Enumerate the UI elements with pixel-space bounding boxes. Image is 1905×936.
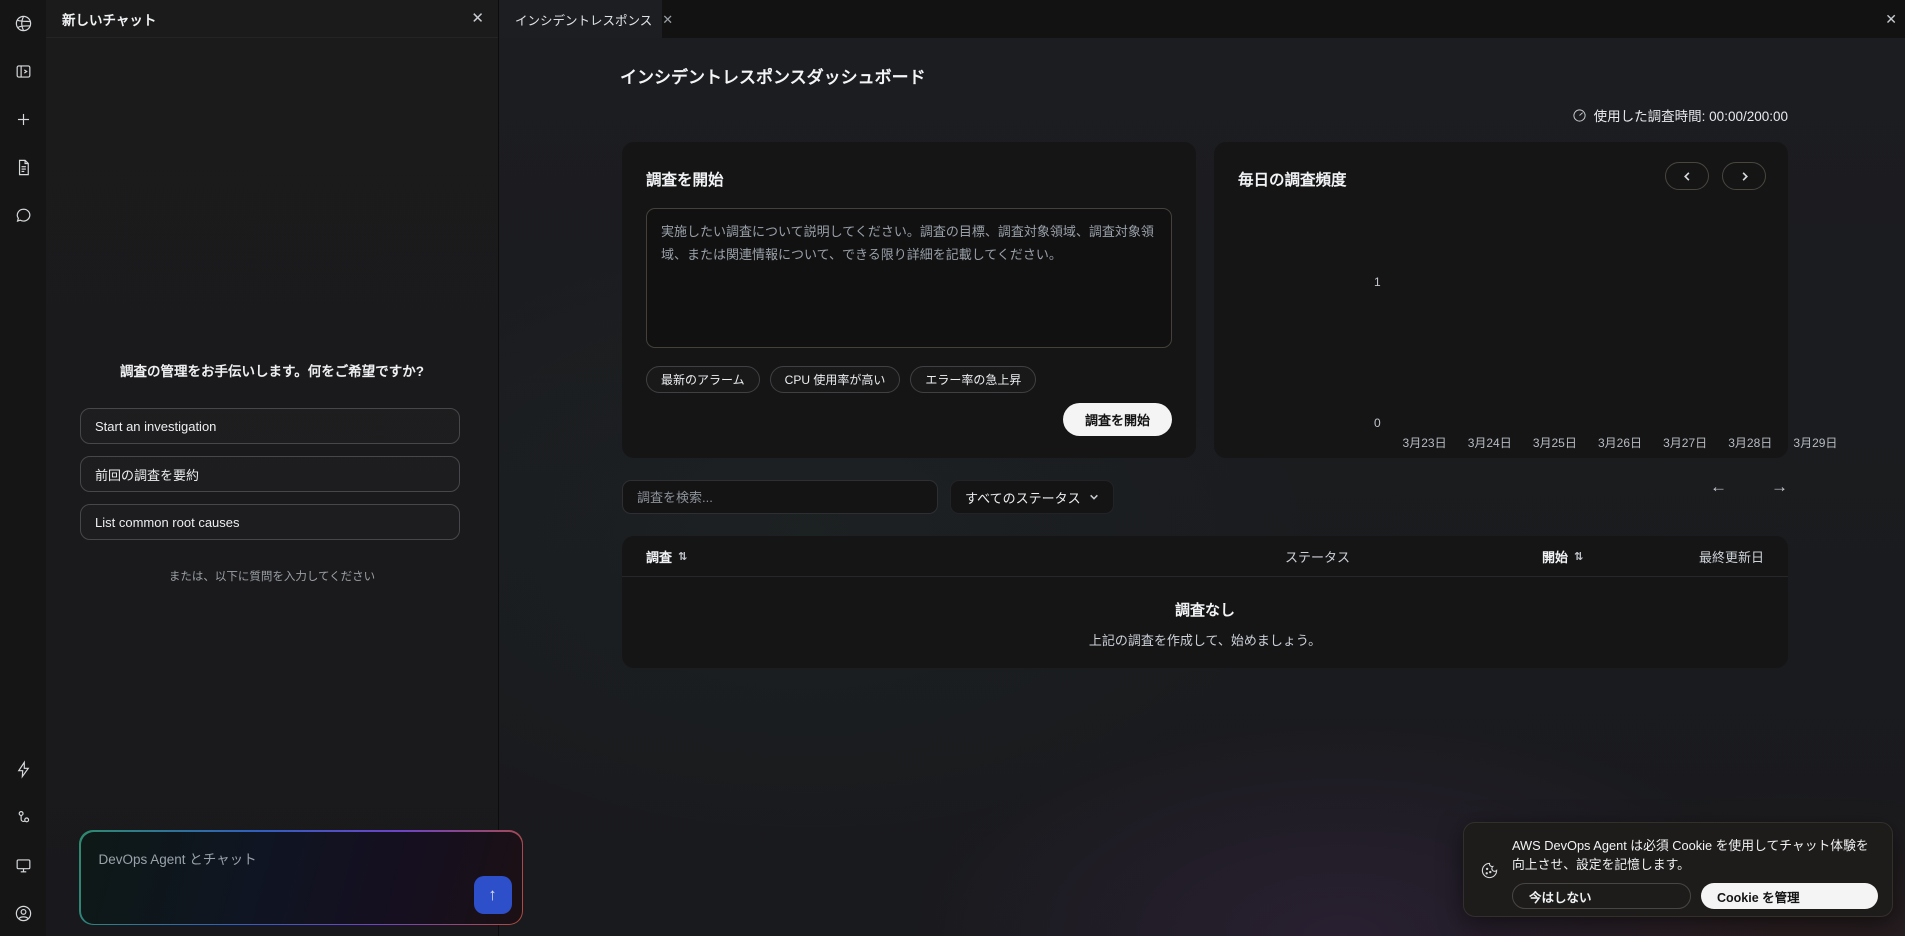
y-tick-1: 1: [1374, 275, 1381, 289]
y-tick-0: 0: [1374, 416, 1381, 430]
cookie-banner: AWS DevOps Agent は必須 Cookie を使用してチャット体験を…: [1463, 822, 1893, 917]
monitor-icon[interactable]: [10, 852, 36, 878]
app-window: 新しいチャット ✕ 調査の管理をお手伝いします。何をご希望ですか? Start …: [0, 0, 1905, 936]
x-tick: 3月24日: [1467, 436, 1512, 450]
chat-bubble-icon[interactable]: [10, 202, 36, 228]
account-icon[interactable]: [10, 900, 36, 926]
icon-rail: [0, 0, 46, 936]
empty-state-title: 調査なし: [1174, 602, 1235, 619]
status-filter-label: すべてのステータス: [965, 490, 1081, 506]
tab-bar: インシデントレスポンス ✕ ✕: [499, 0, 1905, 38]
cookie-content: AWS DevOps Agent は必須 Cookie を使用してチャット体験を…: [1512, 837, 1878, 910]
start-investigation-button[interactable]: 調査を開始: [1062, 403, 1172, 436]
page-next-arrow-icon[interactable]: →: [1771, 478, 1788, 495]
suggestion-chips: 最新のアラーム CPU 使用率が高い エラー率の急上昇: [646, 366, 1172, 393]
chat-title: 新しいチャット: [62, 12, 157, 28]
daily-frequency-card: 毎日の調査頻度 1 0 3月23日 3月24日 3月25日 3月26日 3月27…: [1214, 142, 1837, 458]
document-icon[interactable]: [10, 154, 36, 180]
cookie-manage-button[interactable]: Cookie を管理: [1701, 883, 1878, 910]
x-tick: 3月23日: [1402, 436, 1447, 450]
chat-body: 調査の管理をお手伝いします。何をご希望ですか? Start an investi…: [46, 38, 523, 936]
chat-panel: 新しいチャット ✕ 調査の管理をお手伝いします。何をご希望ですか? Start …: [46, 0, 523, 936]
chevron-left-icon: [1683, 171, 1689, 181]
start-investigation-card: 調査を開始 最新のアラーム CPU 使用率が高い エラー率の急上昇 調査を開始: [622, 142, 1196, 458]
chevron-down-icon: [1089, 494, 1098, 500]
chat-greeting: 調査の管理をお手伝いします。何をご希望ですか?: [120, 364, 424, 379]
investigation-description-input[interactable]: [646, 208, 1172, 348]
status-filter-dropdown[interactable]: すべてのステータス: [950, 480, 1114, 514]
page-title: インシデントレスポンスダッシュボード: [620, 68, 926, 87]
column-status: ステータス: [1285, 536, 1350, 577]
x-tick: 3月28日: [1728, 436, 1773, 450]
chat-input[interactable]: [80, 831, 522, 924]
panel-toggle-icon[interactable]: [10, 58, 36, 84]
cookie-buttons: 今はしない Cookie を管理: [1512, 883, 1878, 910]
plus-icon[interactable]: [10, 106, 36, 132]
window-close-icon[interactable]: ✕: [1885, 11, 1905, 28]
chip-high-cpu[interactable]: CPU 使用率が高い: [769, 366, 901, 393]
column-status-label: ステータス: [1285, 550, 1351, 565]
chip-error-spike[interactable]: エラー率の急上昇: [910, 366, 1037, 393]
investigations-table: 調査 ⇅ ステータス 開始 ⇅ 最終更新日 調査なし 上記の調査を作成して、始め…: [622, 536, 1788, 668]
search-input[interactable]: [622, 480, 938, 514]
arrow-up-icon: ↑: [488, 884, 497, 904]
table-pager: ← →: [1710, 478, 1788, 495]
chat-header: 新しいチャット ✕: [46, 0, 498, 38]
tab-label: インシデントレスポンス: [515, 13, 653, 28]
chat-input-container: ↑: [79, 830, 523, 925]
empty-state-subtitle: 上記の調査を作成して、始めましょう。: [1088, 633, 1322, 648]
chevron-right-icon: [1742, 171, 1748, 181]
time-used-label: 使用した調査時間: 00:00/200:00: [1593, 109, 1788, 124]
cookie-dismiss-button[interactable]: 今はしない: [1512, 883, 1691, 910]
column-investigation[interactable]: 調査 ⇅: [646, 536, 687, 577]
suggestion-root-causes[interactable]: List common root causes: [80, 504, 460, 540]
column-updated: 最終更新日: [1699, 536, 1764, 577]
investigation-time-used: 使用した調査時間: 00:00/200:00: [1572, 105, 1788, 125]
suggestion-start-investigation[interactable]: Start an investigation: [80, 408, 460, 444]
chart-prev-button[interactable]: [1665, 162, 1709, 190]
dashboard-main: インシデントレスポンスダッシュボード 使用した調査時間: 00:00/200:0…: [499, 38, 1905, 936]
x-axis-labels: 3月23日 3月24日 3月25日 3月26日 3月27日 3月28日 3月29…: [1392, 434, 1848, 451]
suggestion-summarize-last[interactable]: 前回の調査を要約: [80, 456, 460, 492]
sort-icon[interactable]: ⇅: [1574, 550, 1583, 563]
send-button[interactable]: ↑: [473, 875, 512, 914]
chart-nav: [1665, 162, 1766, 190]
page-prev-arrow-icon[interactable]: ←: [1710, 478, 1727, 495]
column-start-label: 開始: [1542, 550, 1569, 565]
column-start[interactable]: 開始 ⇅: [1542, 536, 1583, 577]
start-card-title: 調査を開始: [646, 172, 724, 189]
chip-latest-alarms[interactable]: 最新のアラーム: [646, 366, 760, 393]
close-icon[interactable]: ✕: [471, 11, 484, 26]
workflow-icon[interactable]: [10, 804, 36, 830]
sort-icon[interactable]: ⇅: [678, 550, 687, 563]
chat-or-hint: または、以下に質問を入力してください: [168, 571, 376, 583]
column-updated-label: 最終更新日: [1698, 550, 1764, 565]
lightning-icon[interactable]: [10, 756, 36, 782]
gauge-icon: [1573, 108, 1586, 122]
table-header: 調査 ⇅ ステータス 開始 ⇅ 最終更新日: [622, 536, 1788, 577]
column-investigation-label: 調査: [646, 550, 673, 565]
cookie-icon: [1476, 837, 1502, 904]
cookie-message: AWS DevOps Agent は必須 Cookie を使用してチャット体験を…: [1512, 838, 1869, 872]
logo-icon[interactable]: [10, 10, 36, 36]
chart-next-button[interactable]: [1722, 162, 1766, 190]
x-tick: 3月27日: [1663, 436, 1708, 450]
x-tick: 3月29日: [1793, 436, 1838, 450]
x-tick: 3月25日: [1532, 436, 1577, 450]
x-tick: 3月26日: [1597, 436, 1642, 450]
tab-close-icon[interactable]: ✕: [662, 13, 673, 26]
tab-incident-response[interactable]: インシデントレスポンス ✕: [499, 0, 673, 38]
